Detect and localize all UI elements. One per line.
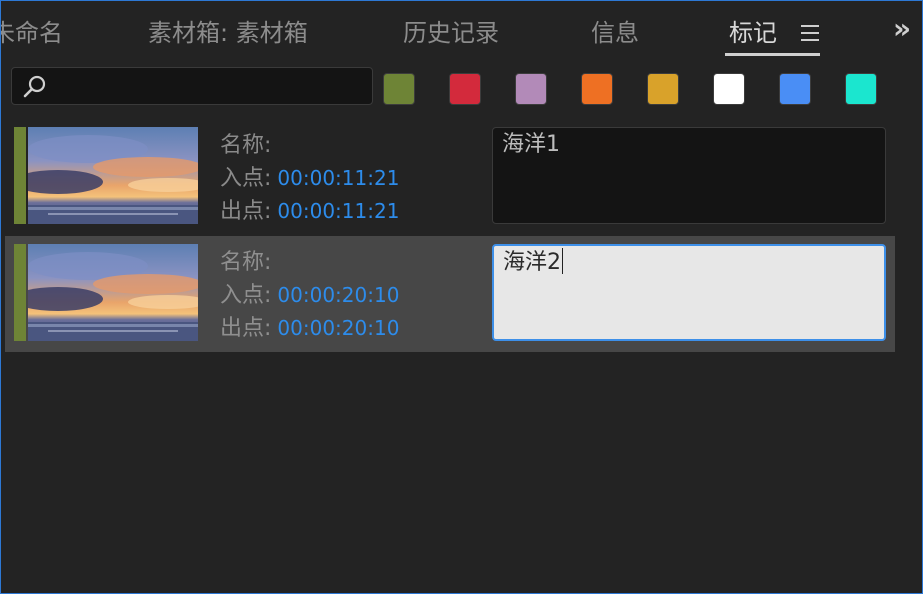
color-swatch-green[interactable] [383,73,415,105]
name-label: 名称: [220,133,272,158]
color-swatch-yellow[interactable] [647,73,679,105]
in-point-timecode[interactable]: 00:00:20:10 [277,283,399,307]
search-input[interactable] [56,72,360,102]
marker-thumbnail [28,127,198,224]
color-swatch-orange[interactable] [581,73,613,105]
search-icon [23,75,46,98]
tab-bins[interactable]: 素材箱: 素材箱 [148,15,308,51]
markers-panel: 未命名 素材箱: 素材箱 历史记录 信息 标记 » 名称: 入点:00:00:1… [0,0,923,594]
marker-color-bar [14,244,26,341]
search-field[interactable] [11,67,373,105]
color-swatch-cyan[interactable] [845,73,877,105]
name-label: 名称: [220,250,272,275]
tab-untitled[interactable]: 未命名 [1,15,63,51]
color-swatch-white[interactable] [713,73,745,105]
marker-comment-text: 海洋2 [503,250,561,275]
hamburger-icon[interactable] [801,25,819,41]
marker-row-1[interactable]: 名称: 入点: 00:00:11:21 出点: 00:00:11:21 海洋1 [5,119,895,235]
marker-comment-field-active[interactable]: 海洋2 [492,244,886,341]
marker-meta: 名称: 入点: 00:00:20:10 出点: 00:00:20:10 [220,246,480,345]
marker-meta: 名称: 入点: 00:00:11:21 出点: 00:00:11:21 [220,129,480,228]
marker-comment-field[interactable]: 海洋1 [492,127,886,224]
tab-info[interactable]: 信息 [591,15,639,51]
out-point-label: 出点: [220,199,272,224]
in-point-timecode[interactable]: 00:00:11:21 [277,166,399,190]
active-tab-indicator [725,53,820,56]
marker-row-2[interactable]: 名称: 入点: 00:00:20:10 出点: 00:00:20:10 海洋2 [5,236,895,352]
tab-markers[interactable]: 标记 [729,15,777,51]
in-point-label: 入点: [220,166,272,191]
marker-color-bar [14,127,26,224]
color-swatch-violet[interactable] [515,73,547,105]
color-swatch-red[interactable] [449,73,481,105]
out-point-label: 出点: [220,316,272,341]
out-point-timecode[interactable]: 00:00:20:10 [277,316,399,340]
panel-tab-bar: 未命名 素材箱: 素材箱 历史记录 信息 标记 » [1,1,922,61]
marker-thumbnail [28,244,198,341]
in-point-label: 入点: [220,283,272,308]
out-point-timecode[interactable]: 00:00:11:21 [277,199,399,223]
text-cursor [562,248,563,274]
double-chevron-right-icon[interactable]: » [887,15,917,45]
marker-comment-text: 海洋1 [502,132,560,157]
tab-history[interactable]: 历史记录 [403,15,499,51]
color-swatch-blue[interactable] [779,73,811,105]
